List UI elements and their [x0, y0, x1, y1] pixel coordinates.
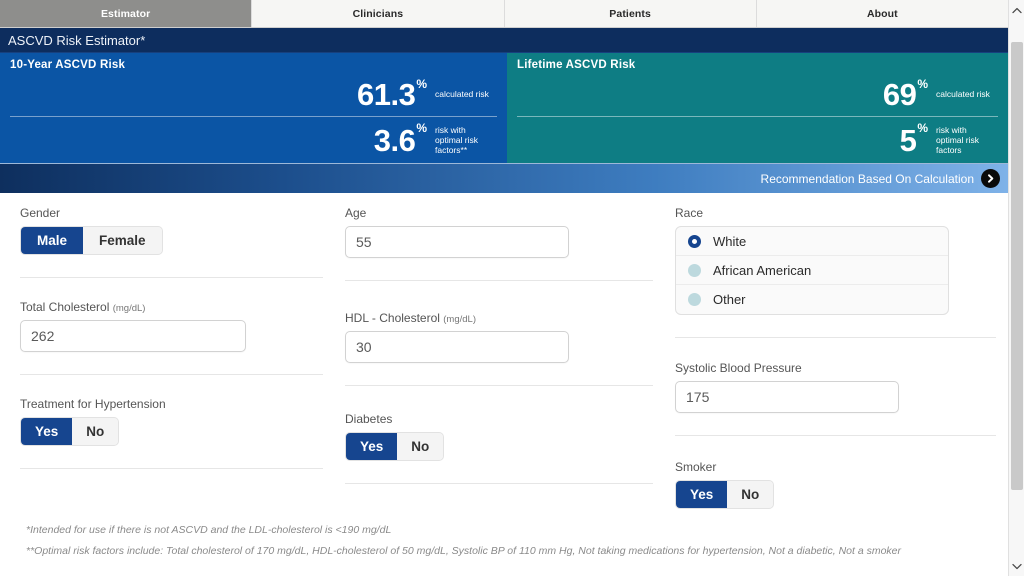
hdl-cholesterol-input[interactable]: 30 [345, 331, 569, 363]
ten-year-calculated-value: 61.3 [356, 77, 416, 112]
vertical-scrollbar[interactable] [1008, 0, 1024, 576]
tab-about-label: About [866, 7, 898, 20]
total-cholesterol-label-text: Total Cholesterol [20, 300, 110, 314]
lifetime-calculated-value: 69 [882, 77, 917, 112]
gender-option-female[interactable]: Female [83, 227, 162, 254]
hypertension-treatment-field: Treatment for Hypertension Yes No [20, 375, 323, 469]
ascvd-risk-estimator-app: Estimator Clinicians Patients About ASCV… [0, 0, 1024, 576]
race-option-white[interactable]: White [676, 227, 948, 256]
race-option-white-label: White [713, 233, 747, 249]
diabetes-option-no[interactable]: No [397, 433, 444, 460]
smoker-label: Smoker [675, 460, 717, 474]
risk-input-form: Gender Male Female Total Cholesterol (mg… [0, 196, 1008, 516]
radio-unselected-icon [688, 293, 701, 306]
tab-patients[interactable]: Patients [504, 0, 757, 27]
lifetime-calculated-risk-row: 69 % calculated risk [517, 73, 998, 117]
tab-clinicians[interactable]: Clinicians [252, 0, 505, 27]
footnotes: *Intended for use if there is not ASCVD … [0, 520, 1008, 562]
footnote-optimal-risk-factors: **Optimal risk factors include: Total ch… [26, 545, 902, 557]
race-field: Race White African American Other [675, 196, 996, 338]
age-input[interactable]: 55 [345, 226, 569, 258]
diabetes-field: Diabetes Yes No [345, 386, 653, 484]
hdl-cholesterol-unit: (mg/dL) [443, 314, 476, 325]
lifetime-risk-panel: Lifetime ASCVD Risk 69 % calculated risk… [507, 53, 1008, 163]
hypertension-treatment-option-yes[interactable]: Yes [21, 418, 73, 445]
age-value: 55 [356, 234, 372, 250]
hypertension-treatment-option-no[interactable]: No [72, 418, 119, 445]
tab-about[interactable]: About [756, 0, 1008, 27]
main-tab-bar: Estimator Clinicians Patients About [0, 0, 1008, 28]
total-cholesterol-value: 262 [31, 328, 55, 344]
hdl-cholesterol-value: 30 [356, 339, 372, 355]
tab-clinicians-label: Clinicians [352, 7, 404, 20]
lifetime-optimal-value: 5 [899, 122, 917, 158]
ten-year-calculated-percent-sign: % [416, 77, 427, 91]
race-option-other-label: Other [713, 292, 746, 307]
gender-field: Gender Male Female [20, 196, 323, 278]
page-title: ASCVD Risk Estimator* [8, 32, 146, 48]
race-option-african-american[interactable]: African American [676, 256, 948, 285]
tab-estimator-label: Estimator [100, 7, 151, 20]
recommendation-bar[interactable]: Recommendation Based On Calculation [0, 163, 1008, 193]
lifetime-optimal-percent-sign: % [917, 121, 928, 135]
diabetes-option-yes[interactable]: Yes [346, 433, 398, 460]
systolic-blood-pressure-input[interactable]: 175 [675, 381, 899, 413]
risk-results-section: 10-Year ASCVD Risk 61.3 % calculated ris… [0, 52, 1008, 163]
ten-year-optimal-label: risk with optimal risk factors** [435, 124, 478, 155]
systolic-blood-pressure-label: Systolic Blood Pressure [675, 361, 802, 375]
total-cholesterol-unit: (mg/dL) [112, 303, 146, 314]
hypertension-treatment-toggle[interactable]: Yes No [20, 417, 120, 446]
race-option-other[interactable]: Other [676, 285, 948, 314]
systolic-blood-pressure-value: 175 [686, 389, 710, 405]
ten-year-optimal-value: 3.6 [373, 122, 416, 158]
hypertension-treatment-label: Treatment for Hypertension [20, 397, 166, 411]
lifetime-risk-title: Lifetime ASCVD Risk [517, 59, 636, 71]
total-cholesterol-label: Total Cholesterol (mg/dL) [20, 300, 323, 314]
ten-year-calculated-risk-row: 61.3 % calculated risk [10, 73, 497, 117]
smoker-option-yes[interactable]: Yes [676, 481, 728, 508]
systolic-blood-pressure-field: Systolic Blood Pressure 175 [675, 338, 996, 436]
race-label: Race [675, 206, 704, 220]
lifetime-optimal-risk-row: 5 % risk with optimal risk factors [517, 117, 998, 163]
hdl-cholesterol-label: HDL - Cholesterol (mg/dL) [345, 311, 653, 325]
hdl-cholesterol-field: HDL - Cholesterol (mg/dL) 30 [345, 281, 653, 386]
scrollbar-thumb[interactable] [1011, 42, 1023, 490]
ten-year-risk-panel: 10-Year ASCVD Risk 61.3 % calculated ris… [0, 53, 507, 163]
total-cholesterol-field: Total Cholesterol (mg/dL) 262 [20, 278, 323, 375]
lifetime-optimal-label: risk with optimal risk factors [936, 124, 979, 155]
radio-unselected-icon [688, 263, 701, 277]
total-cholesterol-input[interactable]: 262 [20, 320, 246, 352]
app-title-bar: ASCVD Risk Estimator* [0, 28, 1008, 52]
tab-estimator[interactable]: Estimator [0, 0, 253, 27]
gender-label: Gender [20, 206, 61, 220]
recommendation-label: Recommendation Based On Calculation [760, 171, 974, 186]
smoker-option-no[interactable]: No [727, 481, 774, 508]
hdl-cholesterol-label-text: HDL - Cholesterol [345, 311, 440, 325]
ten-year-calculated-label: calculated risk [435, 89, 489, 100]
age-field: Age 55 [345, 196, 653, 281]
gender-toggle[interactable]: Male Female [20, 226, 163, 255]
diabetes-label: Diabetes [345, 412, 393, 426]
lifetime-calculated-label: calculated risk [936, 89, 990, 100]
race-radio-group[interactable]: White African American Other [675, 226, 949, 315]
race-option-african-american-label: African American [713, 262, 812, 278]
ten-year-risk-title: 10-Year ASCVD Risk [10, 59, 126, 71]
chevron-up-icon[interactable] [1009, 2, 1024, 18]
form-column-right: Race White African American Other Systol… [665, 196, 1008, 516]
smoker-toggle[interactable]: Yes No [675, 480, 775, 509]
ten-year-optimal-percent-sign: % [416, 121, 427, 135]
chevron-right-icon[interactable] [981, 169, 1000, 188]
ten-year-optimal-risk-row: 3.6 % risk with optimal risk factors** [10, 117, 497, 163]
chevron-down-icon[interactable] [1009, 558, 1024, 574]
form-column-middle: Age 55 HDL - Cholesterol (mg/dL) 30 Diab… [335, 196, 665, 516]
gender-option-male[interactable]: Male [21, 227, 84, 254]
tab-patients-label: Patients [609, 7, 651, 20]
smoker-field: Smoker Yes No [675, 436, 996, 509]
radio-selected-icon [688, 234, 701, 248]
form-column-left: Gender Male Female Total Cholesterol (mg… [0, 196, 335, 516]
footnote-intended-use: *Intended for use if there is not ASCVD … [26, 524, 392, 536]
diabetes-toggle[interactable]: Yes No [345, 432, 445, 461]
age-label: Age [345, 206, 367, 220]
lifetime-calculated-percent-sign: % [917, 77, 928, 91]
